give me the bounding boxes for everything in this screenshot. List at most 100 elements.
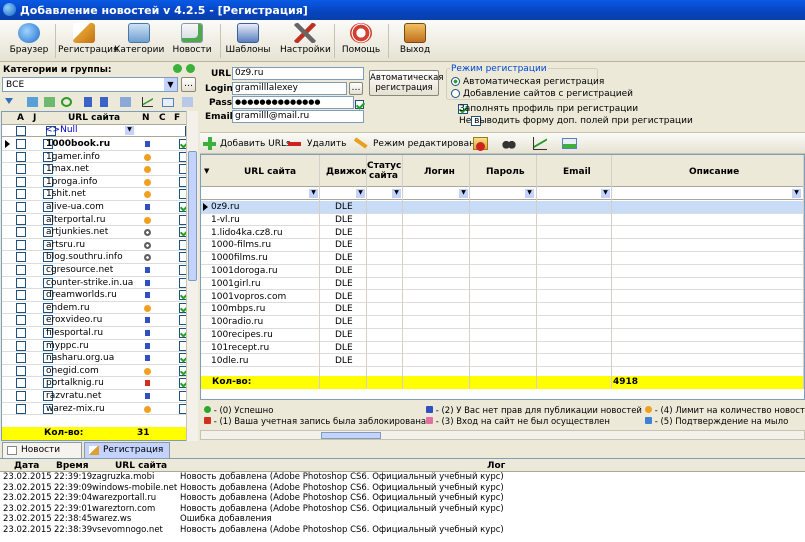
- move-down-icon[interactable]: [100, 97, 108, 107]
- list-item[interactable]: endem.ru: [2, 302, 189, 315]
- login-browse-button[interactable]: …: [349, 82, 363, 95]
- auto-register-button[interactable]: Автоматическая регистрация: [369, 70, 443, 96]
- list-item[interactable]: 1000book.ru: [2, 138, 189, 151]
- table-row[interactable]: 1001doroga.ru DLE: [201, 265, 804, 278]
- column-header-login[interactable]: Логин: [424, 167, 455, 177]
- mail-icon[interactable]: [162, 98, 174, 107]
- row-checkbox-a[interactable]: [16, 340, 26, 351]
- list-item[interactable]: eroxvideo.ru: [2, 314, 189, 327]
- toolbar-button-templates[interactable]: Шаблоны: [224, 22, 272, 60]
- column-header-password[interactable]: Пароль: [486, 167, 525, 177]
- row-checkbox-a[interactable]: [16, 239, 26, 250]
- list-item[interactable]: nasharu.org.ua: [2, 352, 189, 365]
- log-column-time[interactable]: Время: [56, 461, 89, 471]
- toolbar-button-help[interactable]: Помощь: [338, 22, 384, 60]
- email-field[interactable]: gramilll@mail.ru: [232, 110, 364, 123]
- column-header-email[interactable]: Email: [563, 167, 591, 177]
- horizontal-scrollbar[interactable]: [200, 430, 805, 440]
- status-filter-dropdown[interactable]: ▼: [392, 189, 401, 198]
- add-group-icon[interactable]: [27, 97, 38, 107]
- list-item[interactable]: cgresource.net: [2, 264, 189, 277]
- list-item[interactable]: counter-strike.in.ua: [2, 277, 189, 290]
- row-checkbox-a[interactable]: [16, 302, 26, 313]
- stop-icon[interactable]: [476, 142, 485, 151]
- column-header-f[interactable]: F: [174, 113, 180, 123]
- sites-scrollbar-thumb[interactable]: [188, 151, 197, 281]
- row-checkbox-a[interactable]: [16, 139, 26, 149]
- column-header-j[interactable]: J: [33, 113, 36, 123]
- mode-auto-radio[interactable]: [451, 77, 460, 86]
- row-checkbox-a[interactable]: [16, 252, 26, 263]
- table-row[interactable]: 1001vopros.com DLE: [201, 291, 804, 304]
- show-password-checkbox[interactable]: [355, 99, 364, 109]
- column-header-a[interactable]: A: [17, 113, 24, 123]
- row-checkbox-a[interactable]: [16, 403, 26, 414]
- log-row[interactable]: 23.02.2015 22:39:09 windows-mobile.net Ново…: [0, 483, 805, 494]
- chart-icon[interactable]: [533, 137, 547, 150]
- toolbar-button-registration[interactable]: Регистрация: [58, 22, 118, 60]
- row-checkbox-a[interactable]: [16, 164, 26, 175]
- log-row[interactable]: 23.02.2015 22:39:01 wareztorn.com Новость д…: [0, 504, 805, 515]
- tab-news[interactable]: Новости: [2, 442, 82, 458]
- list-item[interactable]: artsru.ru: [2, 239, 189, 252]
- sites-scrollbar[interactable]: [186, 111, 198, 441]
- toolbar-button-exit[interactable]: Выход: [394, 22, 436, 60]
- engine-filter-dropdown[interactable]: ▼: [356, 189, 365, 198]
- list-item[interactable]: 1gamer.info: [2, 151, 189, 164]
- row-checkbox-a[interactable]: [16, 365, 26, 376]
- row-checkbox-a[interactable]: [16, 315, 26, 326]
- toolbar-button-settings[interactable]: Настройки: [280, 22, 331, 60]
- arrow-left-icon[interactable]: [173, 64, 182, 73]
- table-row[interactable]: 100mbps.ru DLE: [201, 303, 804, 316]
- import-icon[interactable]: [120, 97, 131, 107]
- row-checkbox-a[interactable]: [16, 378, 26, 389]
- log-column-log[interactable]: Лог: [487, 461, 505, 471]
- list-item[interactable]: blog.southru.info: [2, 251, 189, 264]
- row-checkbox-a[interactable]: [16, 189, 26, 200]
- login-field[interactable]: gramilllalexey: [232, 82, 347, 95]
- list-item[interactable]: alterportal.ru: [2, 214, 189, 227]
- row-checkbox-a[interactable]: [16, 391, 26, 401]
- log-column-date[interactable]: Дата: [14, 461, 39, 471]
- table-row[interactable]: 1001girl.ru DLE: [201, 278, 804, 291]
- horizontal-scrollbar-thumb[interactable]: [321, 432, 381, 439]
- url-field[interactable]: 0z9.ru: [232, 67, 364, 80]
- pass-field[interactable]: ●●●●●●●●●●●●●●: [232, 96, 354, 109]
- log-row[interactable]: 23.02.2015 22:39:04 warezportall.ru Новость…: [0, 493, 805, 504]
- row-checkbox-a[interactable]: [16, 176, 26, 187]
- description-filter-dropdown[interactable]: ▼: [792, 189, 801, 198]
- export-icon[interactable]: [182, 97, 193, 107]
- column-header-c[interactable]: C: [159, 113, 166, 123]
- column-header-status[interactable]: Статус сайта: [367, 161, 401, 181]
- chart-icon[interactable]: [142, 97, 153, 107]
- table-row[interactable]: 10dle.ru DLE: [201, 355, 804, 368]
- arrow-down-icon[interactable]: [5, 98, 13, 108]
- table-row[interactable]: 1000films.ru DLE: [201, 252, 804, 265]
- list-item[interactable]: warez-mix.ru: [2, 403, 189, 416]
- table-row[interactable]: 0z9.ru DLE: [201, 201, 804, 214]
- row-checkbox-a[interactable]: [16, 227, 26, 238]
- row-checkbox-a[interactable]: [16, 277, 26, 288]
- table-row[interactable]: 100recipes.ru DLE: [201, 329, 804, 342]
- email-filter-dropdown[interactable]: ▼: [601, 189, 610, 198]
- mode-add-radio[interactable]: [451, 89, 460, 98]
- tab-registration[interactable]: Регистрация: [84, 442, 170, 458]
- table-row[interactable]: 100radio.ru DLE: [201, 316, 804, 329]
- table-row[interactable]: 1.lido4ka.cz8.ru DLE: [201, 227, 804, 240]
- log-row[interactable]: 23.02.2015 22:38:39 vsevomnogo.net Новость …: [0, 525, 805, 536]
- row-checkbox-a[interactable]: [16, 214, 26, 225]
- list-item[interactable]: razvratu.net: [2, 390, 189, 403]
- toolbar-button-categories[interactable]: Категории: [114, 22, 164, 60]
- login-filter-dropdown[interactable]: ▼: [459, 189, 468, 198]
- row-checkbox-a[interactable]: [16, 290, 26, 301]
- column-header-n[interactable]: N: [142, 113, 150, 123]
- list-item[interactable]: 1shit.net: [2, 188, 189, 201]
- table-row[interactable]: 1000-films.ru DLE: [201, 239, 804, 252]
- toolbar-button-browser[interactable]: Браузер: [6, 22, 52, 60]
- log-row[interactable]: 23.02.2015 22:39:19 zagruzka.mobi Новость д…: [0, 472, 805, 483]
- list-item[interactable]: portalknig.ru: [2, 377, 189, 390]
- url-filter[interactable]: <>Null: [45, 125, 78, 135]
- row-checkbox-a[interactable]: [16, 265, 26, 275]
- list-item[interactable]: filesportal.ru: [2, 327, 189, 340]
- refresh-icon[interactable]: [61, 97, 72, 107]
